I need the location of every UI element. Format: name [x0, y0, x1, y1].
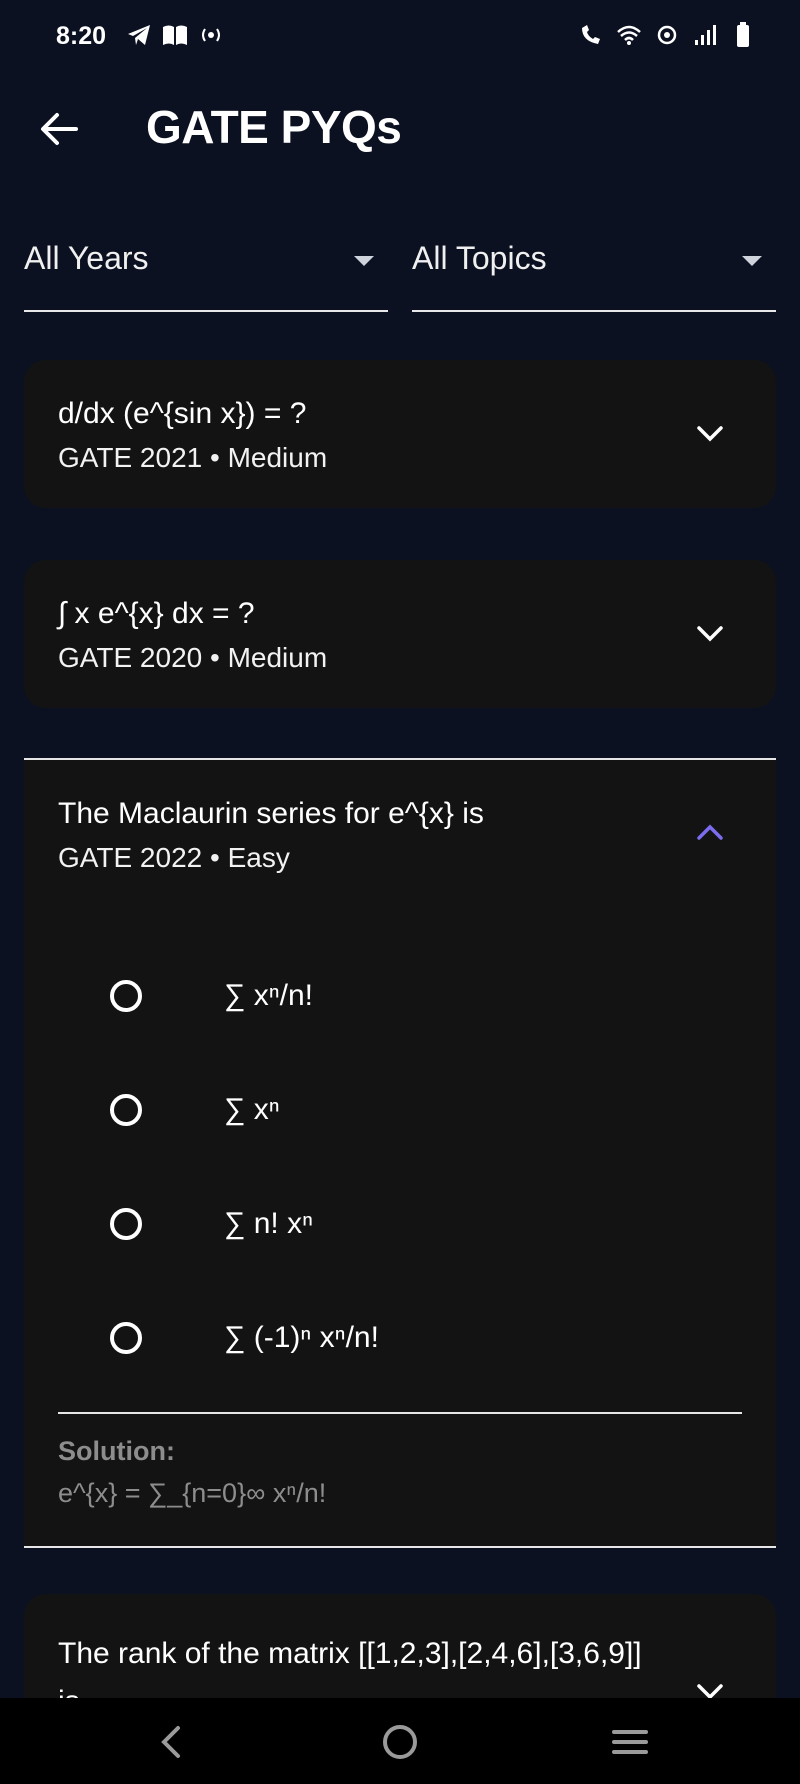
home-nav-icon [383, 1725, 417, 1759]
expand-button[interactable] [694, 618, 726, 650]
recents-nav-icon [612, 1730, 648, 1754]
answer-option[interactable]: ∑ xⁿ [110, 1080, 710, 1140]
question-meta: GATE 2021 • Medium [58, 442, 328, 473]
expand-button[interactable] [694, 418, 726, 450]
hotspot-icon [198, 22, 224, 48]
radio-button[interactable] [110, 980, 142, 1012]
telegram-icon [126, 22, 152, 48]
option-text: ∑ xⁿ/n! [224, 979, 314, 1012]
dropdown-arrow-icon [354, 256, 374, 266]
question-title: d/dx (e^{sin x}) = ? [58, 397, 307, 430]
question-card[interactable]: d/dx (e^{sin x}) = ? GATE 2021 • Medium [24, 360, 776, 508]
answer-option[interactable]: ∑ (-1)ⁿ xⁿ/n! [110, 1308, 710, 1368]
collapse-button[interactable] [694, 816, 726, 848]
signal-icon [692, 22, 718, 48]
nav-home-button[interactable] [374, 1716, 426, 1768]
chevron-up-icon [697, 824, 723, 840]
divider [58, 1412, 742, 1414]
battery-icon [730, 22, 756, 48]
wifi-call-icon [578, 22, 604, 48]
option-text: ∑ (-1)ⁿ xⁿ/n! [224, 1321, 379, 1354]
back-nav-icon [161, 1726, 180, 1758]
radio-button[interactable] [110, 1208, 142, 1240]
hotspot-alt-icon [654, 22, 680, 48]
option-text: ∑ xⁿ [224, 1093, 280, 1126]
status-time: 8:20 [56, 22, 107, 50]
dropdown-arrow-icon [742, 256, 762, 266]
solution-label: Solution: [58, 1436, 175, 1466]
option-text: ∑ n! xⁿ [224, 1207, 314, 1240]
question-meta: GATE 2022 • Easy [58, 842, 290, 873]
answer-option[interactable]: ∑ xⁿ/n! [110, 966, 710, 1026]
book-icon [162, 22, 188, 48]
question-meta: GATE 2020 • Medium [58, 642, 328, 673]
solution-text: e^{x} = ∑_{n=0}∞ xⁿ/n! [58, 1478, 327, 1508]
status-bar: 8:20 [0, 0, 800, 76]
question-title: The Maclaurin series for e^{x} is [58, 797, 484, 830]
wifi-icon [616, 22, 642, 48]
nav-back-button[interactable] [144, 1716, 196, 1768]
answer-option[interactable]: ∑ n! xⁿ [110, 1194, 710, 1254]
topic-filter-value: All Topics [412, 240, 547, 276]
nav-recents-button[interactable] [604, 1716, 656, 1768]
radio-button[interactable] [110, 1094, 142, 1126]
question-card-expanded[interactable]: The Maclaurin series for e^{x} is GATE 2… [24, 758, 776, 1548]
question-card[interactable]: ∫ x e^{x} dx = ? GATE 2020 • Medium [24, 560, 776, 708]
back-button[interactable] [34, 104, 84, 154]
year-filter-value: All Years [24, 240, 149, 276]
year-filter-dropdown[interactable]: All Years [24, 230, 388, 312]
arrow-back-icon [41, 113, 78, 145]
chevron-down-icon [697, 426, 723, 442]
radio-button[interactable] [110, 1322, 142, 1354]
chevron-down-icon [697, 626, 723, 642]
topic-filter-dropdown[interactable]: All Topics [412, 230, 776, 312]
page-title: GATE PYQs [146, 101, 402, 153]
system-nav-bar [0, 1698, 800, 1784]
question-title: ∫ x e^{x} dx = ? [58, 597, 255, 630]
